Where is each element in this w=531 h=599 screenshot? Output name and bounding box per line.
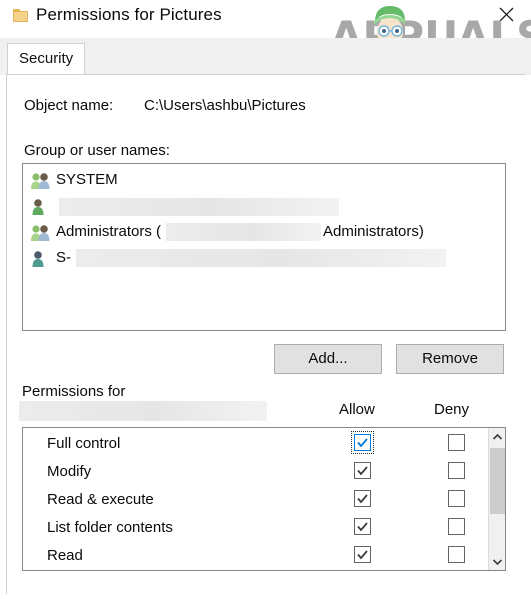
list-item[interactable]: S- xyxy=(23,246,505,271)
group-icon xyxy=(30,224,52,242)
deny-checkbox[interactable] xyxy=(448,518,465,535)
list-item-label: Administrators ( xyxy=(56,223,162,240)
object-name-value: C:\Users\ashbu\Pictures xyxy=(144,97,306,114)
permissions-listbox[interactable]: Full control Modify Read & execute List … xyxy=(22,427,506,571)
list-item[interactable]: SYSTEM xyxy=(23,168,505,193)
list-item[interactable]: Administrators ( Administrators) xyxy=(23,220,505,245)
user-icon xyxy=(30,198,52,216)
title-bar: Permissions for Pictures xyxy=(0,0,531,38)
group-or-user-names-label: Group or user names: xyxy=(24,142,170,159)
table-row[interactable]: Read xyxy=(23,542,489,570)
user-icon xyxy=(30,250,52,268)
scrollbar-thumb[interactable] xyxy=(490,448,505,514)
chevron-up-icon[interactable] xyxy=(489,428,505,445)
deny-checkbox[interactable] xyxy=(448,462,465,479)
allow-column-header: Allow xyxy=(339,401,375,418)
tab-strip: Security xyxy=(0,38,531,75)
table-row[interactable] xyxy=(23,570,489,571)
folder-icon xyxy=(13,9,28,22)
list-item-label-suffix: Administrators) xyxy=(323,223,424,240)
group-icon xyxy=(30,172,52,190)
add-button[interactable]: Add... xyxy=(274,344,382,374)
permission-name: Modify xyxy=(47,463,92,480)
permission-name: Read xyxy=(47,547,83,564)
tab-security-label: Security xyxy=(19,50,74,67)
table-row[interactable]: List folder contents xyxy=(23,514,489,542)
table-row[interactable]: Read & execute xyxy=(23,486,489,514)
table-row[interactable]: Modify xyxy=(23,458,489,486)
redacted-principal xyxy=(19,401,267,421)
allow-checkbox[interactable] xyxy=(351,431,374,454)
object-name-label: Object name: xyxy=(24,97,114,114)
list-item-label: SYSTEM xyxy=(56,171,118,188)
redacted-domain xyxy=(166,223,321,241)
permissions-for-label: Permissions for xyxy=(22,383,126,400)
permission-name: Full control xyxy=(47,435,121,452)
page-title: Permissions for Pictures xyxy=(36,5,222,24)
group-user-listbox[interactable]: SYSTEM Administrators ( Administrators) xyxy=(22,163,506,331)
table-row[interactable]: Full control xyxy=(23,430,489,458)
permission-name: List folder contents xyxy=(47,519,173,536)
deny-checkbox[interactable] xyxy=(448,434,465,451)
deny-checkbox[interactable] xyxy=(448,546,465,563)
redacted-sid xyxy=(76,249,446,267)
permission-name: Read & execute xyxy=(47,491,154,508)
allow-checkbox[interactable] xyxy=(354,518,371,535)
chevron-down-icon[interactable] xyxy=(489,553,505,570)
permissions-scrollbar[interactable] xyxy=(488,428,505,570)
tab-security[interactable]: Security xyxy=(7,43,85,75)
deny-column-header: Deny xyxy=(434,401,470,418)
close-icon[interactable] xyxy=(494,2,520,28)
list-item-label: S- xyxy=(56,249,71,266)
allow-checkbox[interactable] xyxy=(354,490,371,507)
list-item[interactable] xyxy=(23,194,505,219)
allow-checkbox[interactable] xyxy=(354,462,371,479)
redacted-username xyxy=(59,198,339,216)
remove-button[interactable]: Remove xyxy=(396,344,504,374)
deny-checkbox[interactable] xyxy=(448,490,465,507)
allow-checkbox[interactable] xyxy=(354,546,371,563)
